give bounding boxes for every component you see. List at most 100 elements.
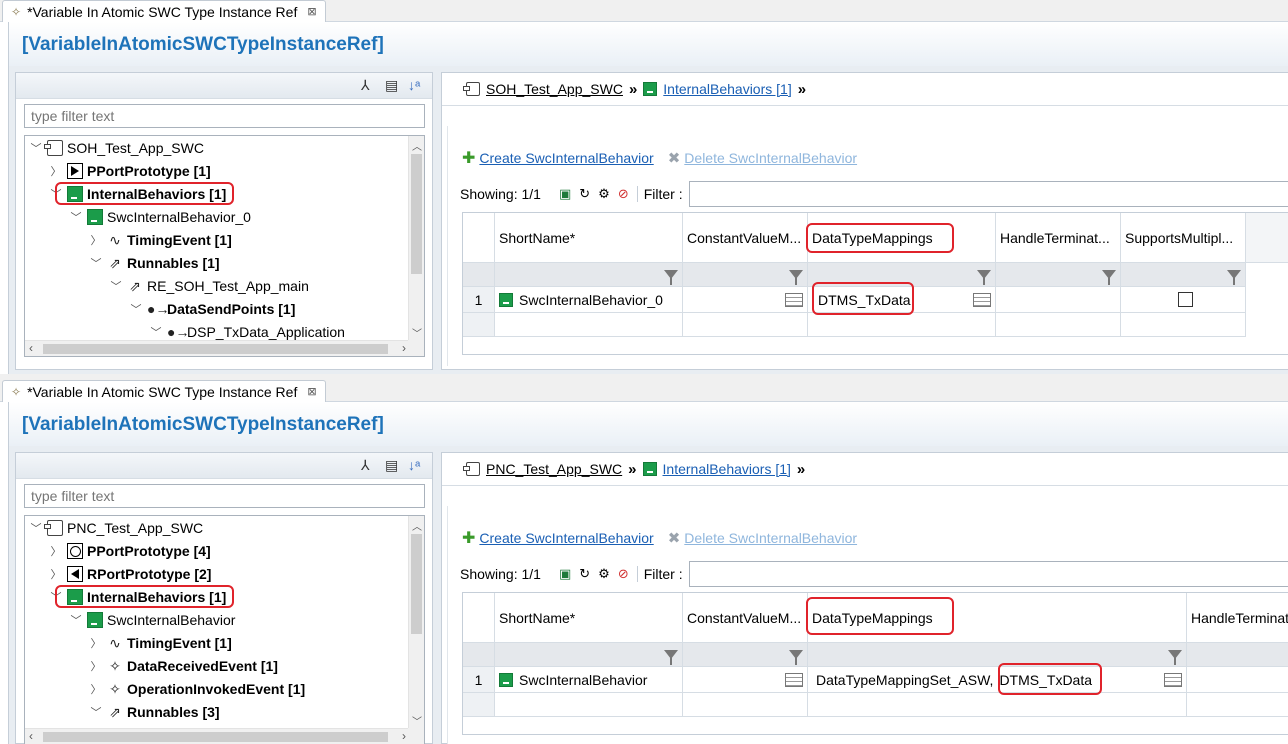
document-icon[interactable]: ▤ <box>385 457 398 474</box>
column-filter[interactable] <box>808 643 1187 667</box>
tree-node[interactable]: ﹀ SwcInternalBehavior <box>69 608 235 631</box>
scroll-thumb[interactable] <box>411 534 422 634</box>
document-icon[interactable]: ▤ <box>385 77 398 94</box>
scroll-thumb[interactable] <box>43 732 388 742</box>
close-icon[interactable]: ⊠ <box>307 5 316 18</box>
filter-funnel-icon[interactable] <box>1227 270 1241 285</box>
tree-node[interactable]: ﹀ InternalBehaviors [1] <box>49 585 226 608</box>
table-cell[interactable] <box>996 287 1121 313</box>
table-cell[interactable]: DTMS_TxData <box>808 287 996 313</box>
column-filter[interactable] <box>996 263 1121 287</box>
tree-node[interactable]: ﹀ PNC_Test_App_SWC <box>29 516 203 539</box>
clear-filter-icon[interactable]: ⊘ <box>618 566 629 582</box>
create-link[interactable]: Create SwcInternalBehavior <box>479 530 653 546</box>
breadcrumb-root[interactable]: PNC_Test_App_SWC <box>486 461 622 477</box>
chevron-right-icon[interactable]: 〉 <box>89 232 103 248</box>
scroll-right-icon[interactable]: › <box>402 729 406 743</box>
settings-icon[interactable]: ⚙ <box>598 186 610 202</box>
tree-horizontal-scrollbar[interactable]: ‹ › <box>25 728 410 744</box>
chevron-right-icon[interactable]: 〉 <box>89 681 103 697</box>
tree-node[interactable]: ﹀ ●→ DataSendPoints [1] <box>129 297 296 320</box>
scroll-up-icon[interactable]: ︿ <box>409 138 424 153</box>
chevron-down-icon[interactable]: ﹀ <box>89 704 103 720</box>
filter-funnel-icon[interactable] <box>977 270 991 285</box>
collapse-all-icon[interactable]: ⅄ <box>361 77 370 94</box>
refresh-icon[interactable]: ↻ <box>579 186 590 202</box>
column-filter[interactable] <box>808 263 996 287</box>
chevron-down-icon[interactable]: ﹀ <box>129 301 143 317</box>
chevron-down-icon[interactable]: ﹀ <box>49 589 63 605</box>
sort-alpha-icon[interactable]: ↓ᵃ <box>408 457 420 473</box>
table-edit-icon[interactable] <box>973 292 991 307</box>
chevron-right-icon[interactable]: 〉 <box>89 635 103 651</box>
filter-funnel-icon[interactable] <box>789 650 803 665</box>
tree-filter-input[interactable] <box>24 104 425 128</box>
plus-icon[interactable]: ✚ <box>462 528 475 548</box>
excel-export-icon[interactable]: ▣ <box>559 566 571 582</box>
filter-funnel-icon[interactable] <box>664 650 678 665</box>
tree-node[interactable]: 〉 ∿ TimingEvent [1] <box>89 631 232 654</box>
tree-node[interactable]: ﹀ ⇗ Runnables [1] <box>89 251 220 274</box>
scroll-thumb[interactable] <box>43 344 388 354</box>
breadcrumb-root[interactable]: SOH_Test_App_SWC <box>486 81 623 97</box>
column-header[interactable]: DataTypeMappings <box>808 213 996 263</box>
column-header[interactable]: DataTypeMappings <box>808 593 1187 643</box>
table-cell[interactable] <box>683 667 808 693</box>
column-header[interactable]: ShortName* <box>495 593 683 643</box>
chevron-right-icon[interactable]: 〉 <box>49 543 63 559</box>
column-filter[interactable] <box>495 263 683 287</box>
tree-node[interactable]: ﹀ InternalBehaviors [1] <box>49 182 226 205</box>
table-cell[interactable] <box>683 287 808 313</box>
filter-funnel-icon[interactable] <box>1102 270 1116 285</box>
clear-filter-icon[interactable]: ⊘ <box>618 186 629 202</box>
scroll-left-icon[interactable]: ‹ <box>29 341 33 355</box>
scroll-down-icon[interactable]: ﹀ <box>409 713 424 728</box>
collapse-all-icon[interactable]: ⅄ <box>361 457 370 474</box>
tree-node[interactable]: 〉 ✧ OperationInvokedEvent [1] <box>89 677 306 700</box>
column-filter[interactable] <box>1121 263 1246 287</box>
chevron-down-icon[interactable]: ﹀ <box>29 140 43 156</box>
column-filter[interactable] <box>683 263 808 287</box>
table-edit-icon[interactable] <box>1164 672 1182 687</box>
chevron-down-icon[interactable]: ﹀ <box>109 278 123 294</box>
chevron-down-icon[interactable]: ﹀ <box>29 520 43 536</box>
breadcrumb-child[interactable]: InternalBehaviors [1] <box>663 81 791 97</box>
column-header[interactable]: ConstantValueM... <box>683 213 808 263</box>
column-filter[interactable] <box>495 643 683 667</box>
scroll-thumb[interactable] <box>411 154 422 274</box>
scroll-down-icon[interactable]: ﹀ <box>409 325 424 340</box>
table-cell[interactable] <box>1121 287 1246 313</box>
tree-node[interactable]: ﹀ ⇗ RE_SOH_Test_App_main <box>109 274 309 297</box>
scroll-right-icon[interactable]: › <box>402 341 406 355</box>
filter-funnel-icon[interactable] <box>664 270 678 285</box>
scroll-left-icon[interactable]: ‹ <box>29 729 33 743</box>
column-header[interactable]: HandleTerminat... <box>1187 593 1288 643</box>
chevron-down-icon[interactable]: ﹀ <box>149 324 163 340</box>
column-header[interactable]: HandleTerminat... <box>996 213 1121 263</box>
sort-alpha-icon[interactable]: ↓ᵃ <box>408 77 420 93</box>
row-number[interactable]: 1 <box>463 287 495 313</box>
tree-horizontal-scrollbar[interactable]: ‹ › <box>25 340 410 356</box>
tree-node[interactable]: ﹀ SOH_Test_App_SWC <box>29 136 204 159</box>
chevron-right-icon[interactable]: 〉 <box>49 163 63 179</box>
close-icon[interactable]: ⊠ <box>307 385 316 398</box>
editor-tab[interactable]: ✧ *Variable In Atomic SWC Type Instance … <box>2 380 326 402</box>
row-number[interactable]: 1 <box>463 667 495 693</box>
editor-tab[interactable]: ✧ *Variable In Atomic SWC Type Instance … <box>2 0 326 22</box>
column-header[interactable]: ShortName* <box>495 213 683 263</box>
table-filter-input[interactable] <box>688 561 1288 587</box>
tree-node[interactable]: 〉 RPortPrototype [2] <box>49 562 211 585</box>
plus-icon[interactable]: ✚ <box>462 148 475 168</box>
table-cell[interactable]: DataTypeMappingSet_ASW, DTMS_TxData <box>808 667 1187 693</box>
refresh-icon[interactable]: ↻ <box>579 566 590 582</box>
tree-node[interactable]: ﹀ ⇗ Runnables [3] <box>89 700 220 723</box>
create-link[interactable]: Create SwcInternalBehavior <box>479 150 653 166</box>
tree-vertical-scrollbar[interactable]: ︿ ﹀ <box>408 516 424 730</box>
tree-vertical-scrollbar[interactable]: ︿ ﹀ <box>408 136 424 342</box>
chevron-down-icon[interactable]: ﹀ <box>89 255 103 271</box>
filter-funnel-icon[interactable] <box>789 270 803 285</box>
settings-icon[interactable]: ⚙ <box>598 566 610 582</box>
tree-node[interactable]: 〉 ∿ TimingEvent [1] <box>89 228 232 251</box>
tree-node[interactable]: ﹀ SwcInternalBehavior_0 <box>69 205 251 228</box>
table-cell[interactable] <box>1187 667 1288 693</box>
